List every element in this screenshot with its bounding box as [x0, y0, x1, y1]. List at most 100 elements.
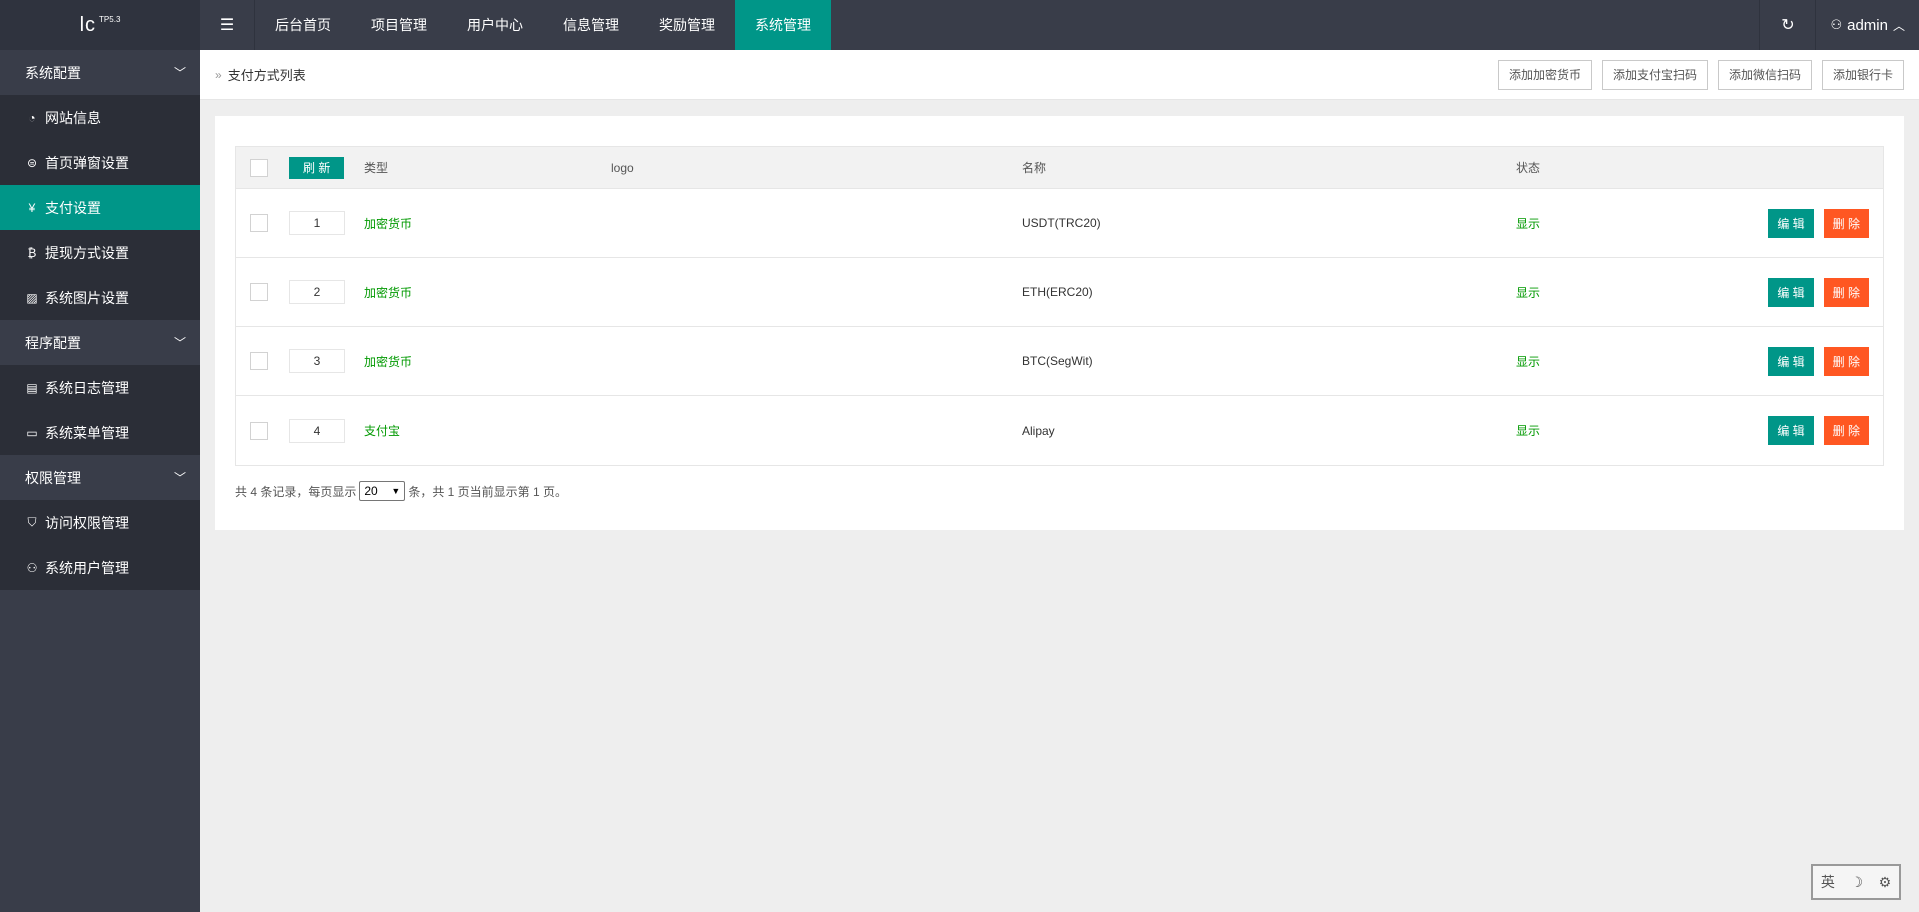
sort-input[interactable]: 3 — [289, 349, 345, 373]
table-row: 1 加密货币 USDT(TRC20) 显示 编 辑删 除 — [236, 189, 1883, 258]
sort-input[interactable]: 1 — [289, 211, 345, 235]
payment-type: 加密货币 — [364, 216, 413, 231]
sidebar-item[interactable]: ₿ 提现方式设置 — [0, 230, 200, 275]
header-type: 类型 — [364, 161, 389, 175]
sidebar-group-label: 系统配置 — [25, 64, 81, 81]
add-payment-button[interactable]: 添加银行卡 — [1821, 59, 1904, 90]
nav-item[interactable]: 用户中心 — [447, 0, 543, 50]
header-status: 状态 — [1516, 161, 1541, 175]
sidebar-item-label: 系统日志管理 — [45, 379, 129, 396]
per-page-value: 20 — [364, 484, 378, 498]
delete-button[interactable]: 删 除 — [1823, 208, 1869, 238]
table-header: 刷 新 类型 logo 名称 状态 — [236, 147, 1883, 189]
select-all-checkbox[interactable] — [250, 158, 268, 177]
refresh-button[interactable]: 刷 新 — [289, 156, 345, 179]
payment-name: Alipay — [1022, 423, 1055, 438]
menu-fold-icon[interactable]: ☰ — [200, 0, 255, 50]
sort-input[interactable]: 2 — [289, 280, 345, 304]
user-icon: ⚇ — [26, 560, 38, 575]
edit-button[interactable]: 编 辑 — [1768, 277, 1814, 307]
payment-type: 加密货币 — [364, 285, 413, 300]
sidebar-item[interactable]: ◔ 网站信息 — [0, 95, 200, 140]
sidebar-item-label: 首页弹窗设置 — [45, 154, 129, 171]
chevron-down-icon: ﹀ — [173, 471, 186, 485]
log-icon: ▤ — [26, 380, 38, 395]
payment-name: USDT(TRC20) — [1022, 216, 1101, 230]
logo-text: lc — [79, 13, 97, 36]
sidebar-item-label: 系统菜单管理 — [45, 424, 129, 441]
image-icon: ▨ — [26, 290, 38, 305]
table-row: 3 加密货币 BTC(SegWit) 显示 编 辑删 除 — [236, 327, 1883, 396]
nav-item[interactable]: 系统管理 — [735, 0, 831, 50]
logo: lc TP5.3 — [0, 0, 200, 50]
add-payment-button[interactable]: 添加加密货币 — [1497, 59, 1592, 90]
sidebar-item[interactable]: ⊜ 首页弹窗设置 — [0, 140, 200, 185]
table-row: 4 支付宝 Alipay 显示 编 辑删 除 — [236, 396, 1883, 465]
payment-status: 显示 — [1516, 216, 1541, 231]
payment-type: 支付宝 — [364, 424, 401, 438]
bitcoin-icon: ₿ — [27, 245, 37, 260]
sidebar-group[interactable]: 权限管理 ﹀ — [0, 455, 200, 500]
delete-button[interactable]: 删 除 — [1823, 346, 1869, 376]
edit-button[interactable]: 编 辑 — [1768, 416, 1814, 445]
sidebar-group-label: 权限管理 — [25, 469, 81, 486]
row-checkbox[interactable] — [250, 214, 268, 232]
nav-item[interactable]: 奖励管理 — [639, 0, 735, 50]
yen-icon: ¥ — [28, 200, 36, 215]
edit-button[interactable]: 编 辑 — [1768, 346, 1814, 376]
username: admin — [1847, 16, 1888, 34]
nav-item[interactable]: 信息管理 — [543, 0, 639, 50]
row-checkbox[interactable] — [250, 421, 268, 440]
chevron-down-icon: ﹀ — [173, 336, 186, 350]
breadcrumb: » 支付方式列表 — [215, 65, 306, 84]
user-menu[interactable]: ⚇ admin ︿ — [1815, 0, 1919, 50]
sidebar-group[interactable]: 系统配置 ﹀ — [0, 50, 200, 95]
content-card: 刷 新 类型 logo 名称 状态 1 加密货币 USDT(TRC20) 显示编 辑删… — [215, 116, 1904, 530]
edit-button[interactable]: 编 辑 — [1768, 208, 1814, 238]
row-checkbox[interactable] — [250, 283, 268, 301]
pager-prefix: 共 4 条记录，每页显示 — [235, 484, 357, 499]
sidebar-item-label: 访问权限管理 — [45, 514, 129, 531]
sidebar-item[interactable]: ¥ 支付设置 — [0, 185, 200, 230]
sort-input[interactable]: 4 — [289, 418, 345, 443]
shield-icon: ⛉ — [27, 515, 37, 529]
settings-icon[interactable]: ⚙ — [1879, 874, 1892, 891]
sidebar-item[interactable]: ⚇ 系统用户管理 — [0, 545, 200, 590]
chevron-down-icon: ﹀ — [173, 66, 186, 80]
pager-suffix: 条，共 1 页当前显示第 1 页。 — [408, 484, 568, 499]
sidebar-group[interactable]: 程序配置 ﹀ — [0, 320, 200, 365]
nav-item[interactable]: 后台首页 — [255, 0, 351, 50]
content-topbar: » 支付方式列表 添加加密货币 添加支付宝扫码 添加微信扫码 添加银行卡 — [200, 50, 1919, 100]
delete-button[interactable]: 删 除 — [1823, 416, 1869, 445]
moon-icon[interactable]: ☽ — [1850, 874, 1863, 891]
sidebar-item-label: 系统图片设置 — [45, 289, 129, 306]
per-page-select[interactable]: 20 ▼ — [359, 481, 406, 501]
sidebar-item[interactable]: ▨ 系统图片设置 — [0, 275, 200, 320]
sidebar-item[interactable]: ▭ 系统菜单管理 — [0, 410, 200, 455]
table-body: 1 加密货币 USDT(TRC20) 显示编 辑删 除 2 加密货币 ETH(ERC20) 显… — [236, 189, 1883, 465]
top-nav: 后台首页 项目管理 用户中心 信息管理 奖励管理 系统管理 — [255, 0, 831, 50]
delete-button[interactable]: 删 除 — [1823, 277, 1869, 307]
sidebar-group-label: 程序配置 — [25, 334, 81, 351]
payment-name: ETH(ERC20) — [1022, 285, 1093, 299]
payment-status: 显示 — [1516, 285, 1541, 300]
payment-table: 刷 新 类型 logo 名称 状态 1 加密货币 USDT(TRC20) 显示编 辑删… — [235, 146, 1884, 466]
add-payment-button[interactable]: 添加支付宝扫码 — [1601, 59, 1708, 90]
popup-icon: ⊜ — [26, 155, 38, 170]
add-payment-button[interactable]: 添加微信扫码 — [1717, 59, 1812, 90]
sidebar-item[interactable]: ⛉ 访问权限管理 — [0, 500, 200, 545]
header-logo: logo — [611, 160, 634, 175]
header-name: 名称 — [1022, 161, 1047, 175]
menu-icon: ▭ — [26, 425, 38, 440]
nav-item[interactable]: 项目管理 — [351, 0, 447, 50]
sidebar-item-label: 网站信息 — [45, 109, 101, 126]
table-row: 2 加密货币 ETH(ERC20) 显示 编 辑删 除 — [236, 258, 1883, 327]
chevron-down-icon: ▼ — [391, 486, 401, 496]
sidebar: 系统配置 ﹀ ◔ 网站信息 ⊜ 首页弹窗设置 ¥ 支付设置 ₿ 提现方式设置 ▨ 系统图片设置程序配置… — [0, 50, 200, 912]
payment-type: 加密货币 — [364, 354, 413, 369]
row-checkbox[interactable] — [250, 352, 268, 370]
ime-toolbar[interactable]: 英 ☽ ⚙ — [1811, 864, 1901, 900]
refresh-icon[interactable]: ↻ — [1759, 0, 1815, 50]
sidebar-item[interactable]: ▤ 系统日志管理 — [0, 365, 200, 410]
ime-lang[interactable]: 英 — [1821, 872, 1835, 892]
